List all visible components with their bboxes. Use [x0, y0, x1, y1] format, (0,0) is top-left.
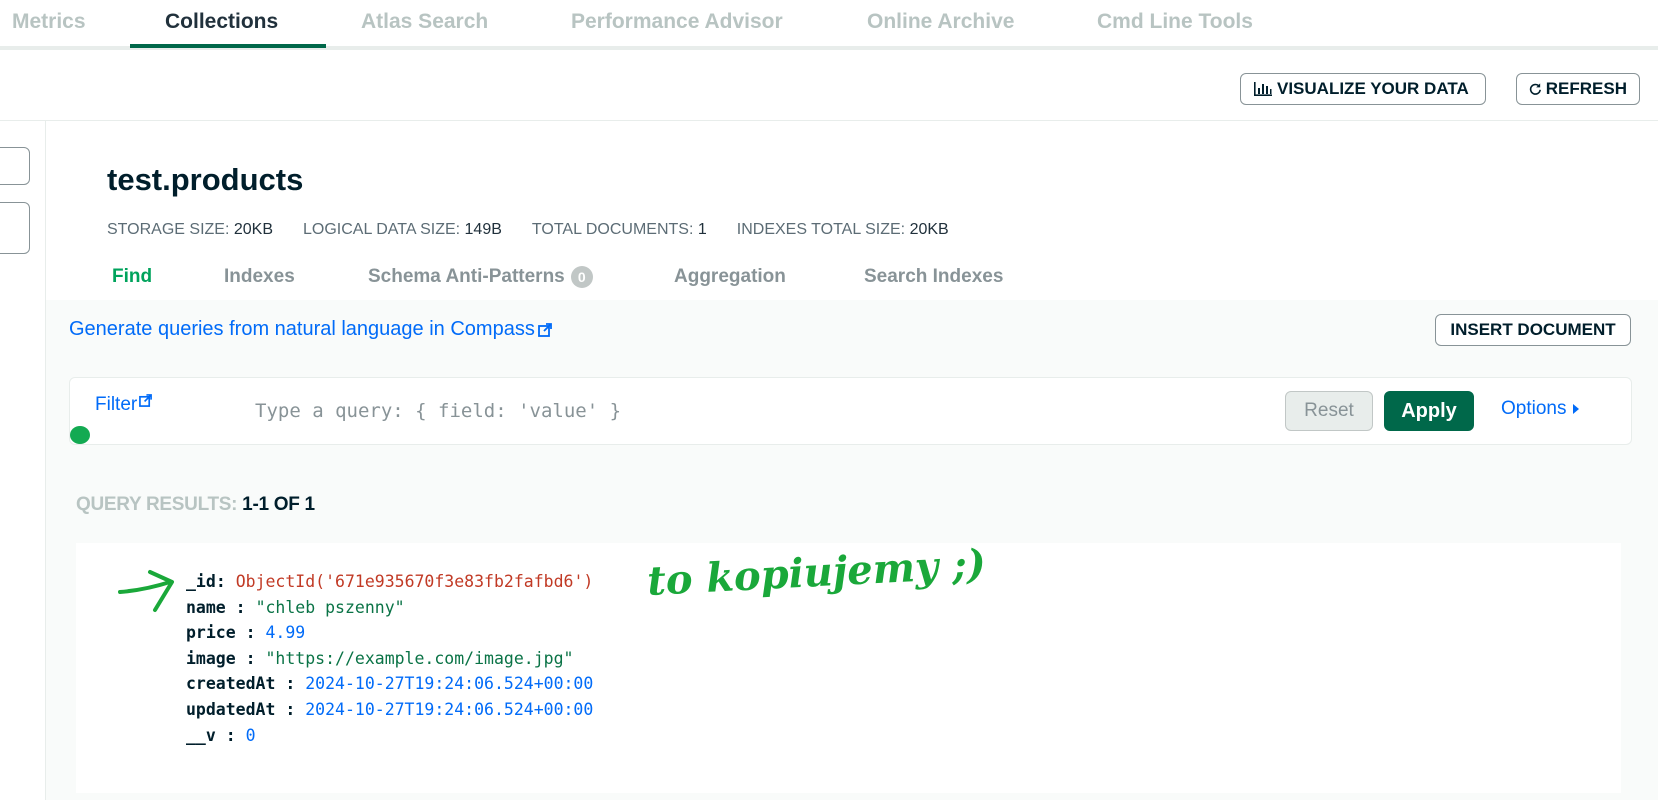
tab-metrics[interactable]: Metrics	[12, 10, 86, 34]
external-link-icon	[537, 322, 552, 337]
tab-cmd-line-tools[interactable]: Cmd Line Tools	[1097, 10, 1253, 34]
filter-label: Filter	[95, 394, 138, 415]
document-field[interactable]: _id: ObjectId('671e935670f3e83fb2fafbd6'…	[186, 569, 593, 595]
tab-search-indexes[interactable]: Search Indexes	[864, 266, 1003, 288]
document-field[interactable]: name : "chleb pszenny"	[186, 595, 593, 621]
top-tab-bar: Metrics Collections Atlas Search Perform…	[0, 0, 1658, 50]
query-bar: Filter Reset Apply Options	[69, 377, 1632, 445]
query-results-summary: QUERY RESULTS: 1-1 OF 1	[76, 494, 315, 516]
tab-indexes[interactable]: Indexes	[224, 266, 295, 288]
options-toggle[interactable]: Options	[1501, 398, 1580, 420]
caret-right-icon	[1573, 404, 1580, 414]
tab-online-archive[interactable]: Online Archive	[867, 10, 1014, 34]
filter-link[interactable]: Filter	[95, 394, 153, 416]
document-field[interactable]: price : 4.99	[186, 620, 593, 646]
document-field[interactable]: updatedAt : 2024-10-27T19:24:06.524+00:0…	[186, 697, 593, 723]
refresh-button[interactable]: REFRESH	[1516, 73, 1640, 105]
tab-schema-anti-patterns-label: Schema Anti-Patterns	[368, 266, 565, 287]
tab-performance-advisor[interactable]: Performance Advisor	[571, 10, 783, 34]
stat-total-documents: TOTAL DOCUMENTS: 1	[531, 221, 707, 238]
query-results-label: QUERY RESULTS:	[76, 494, 238, 515]
reset-button[interactable]: Reset	[1285, 391, 1373, 431]
document-card[interactable]: _id: ObjectId('671e935670f3e83fb2fafbd6'…	[76, 543, 1621, 793]
filter-query-input[interactable]	[255, 396, 1155, 426]
query-results-range: 1-1 OF 1	[242, 494, 315, 515]
insert-document-button[interactable]: INSERT DOCUMENT	[1435, 314, 1631, 346]
bar-chart-icon	[1254, 82, 1272, 96]
tab-schema-anti-patterns[interactable]: Schema Anti-Patterns 0	[368, 266, 593, 288]
tab-collections[interactable]: Collections	[165, 10, 278, 34]
stat-logical-size: LOGICAL DATA SIZE: 149B	[303, 221, 502, 238]
document-field[interactable]: createdAt : 2024-10-27T19:24:06.524+00:0…	[186, 671, 593, 697]
stat-indexes-size: INDEXES TOTAL SIZE: 20KB	[736, 221, 949, 238]
document-field[interactable]: __v : 0	[186, 723, 593, 749]
stat-storage-size: STORAGE SIZE: 20KB	[107, 221, 273, 238]
annotation-dot	[70, 426, 90, 444]
compass-nl-query-label: Generate queries from natural language i…	[69, 318, 535, 340]
active-tab-indicator	[130, 44, 326, 48]
collection-stats: STORAGE SIZE: 20KB LOGICAL DATA SIZE: 14…	[107, 221, 949, 239]
refresh-label: REFRESH	[1545, 79, 1627, 98]
anti-patterns-count-badge: 0	[570, 266, 593, 288]
tab-atlas-search[interactable]: Atlas Search	[361, 10, 488, 34]
sidebar-control[interactable]	[0, 147, 30, 185]
tab-aggregation[interactable]: Aggregation	[674, 266, 786, 288]
apply-button[interactable]: Apply	[1384, 391, 1474, 431]
document-fields: _id: ObjectId('671e935670f3e83fb2fafbd6'…	[186, 569, 593, 748]
visualize-data-label: VISUALIZE YOUR DATA	[1277, 79, 1469, 98]
external-link-icon	[139, 394, 153, 407]
visualize-data-button[interactable]: VISUALIZE YOUR DATA	[1240, 73, 1486, 105]
sidebar-control[interactable]	[0, 202, 30, 254]
collection-title: test.products	[107, 162, 304, 197]
refresh-icon	[1529, 83, 1541, 95]
compass-nl-query-link[interactable]: Generate queries from natural language i…	[69, 318, 552, 341]
header-divider	[0, 120, 1658, 121]
options-label: Options	[1501, 398, 1567, 419]
document-field[interactable]: image : "https://example.com/image.jpg"	[186, 646, 593, 672]
tab-find[interactable]: Find	[112, 266, 152, 288]
